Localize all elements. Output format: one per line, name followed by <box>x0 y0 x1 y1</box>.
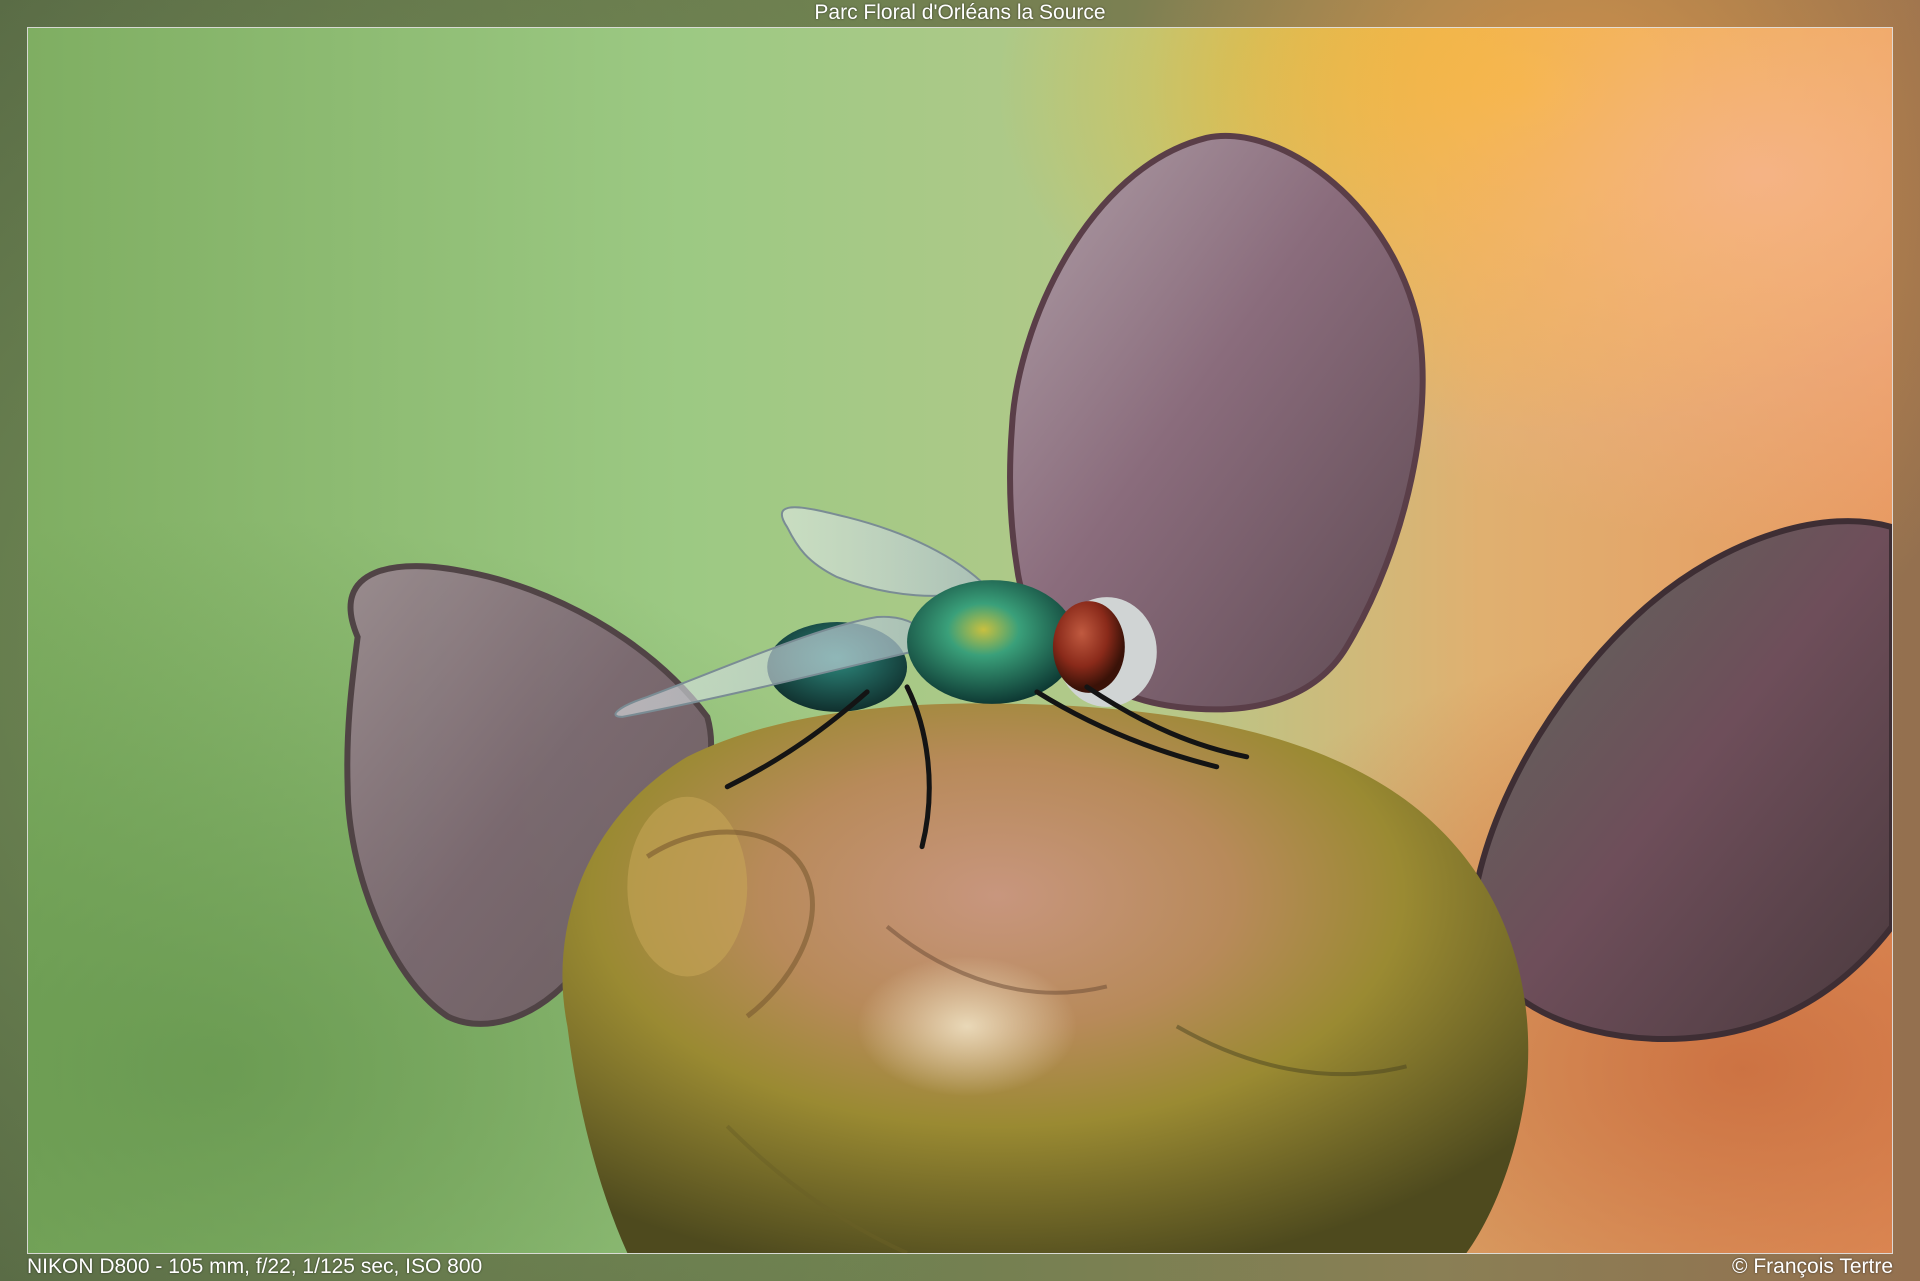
macro-photo <box>27 27 1893 1254</box>
camera-exif-caption: NIKON D800 - 105 mm, f/22, 1/125 sec, IS… <box>27 1255 483 1278</box>
fly-thorax <box>907 580 1077 704</box>
copyright-caption: © François Tertre <box>1732 1255 1893 1278</box>
photo-title: Parc Floral d'Orléans la Source <box>814 1 1106 24</box>
photo-frame: Parc Floral d'Orléans la Source NIKON D8… <box>0 0 1920 1281</box>
fly-eye <box>1052 601 1125 693</box>
